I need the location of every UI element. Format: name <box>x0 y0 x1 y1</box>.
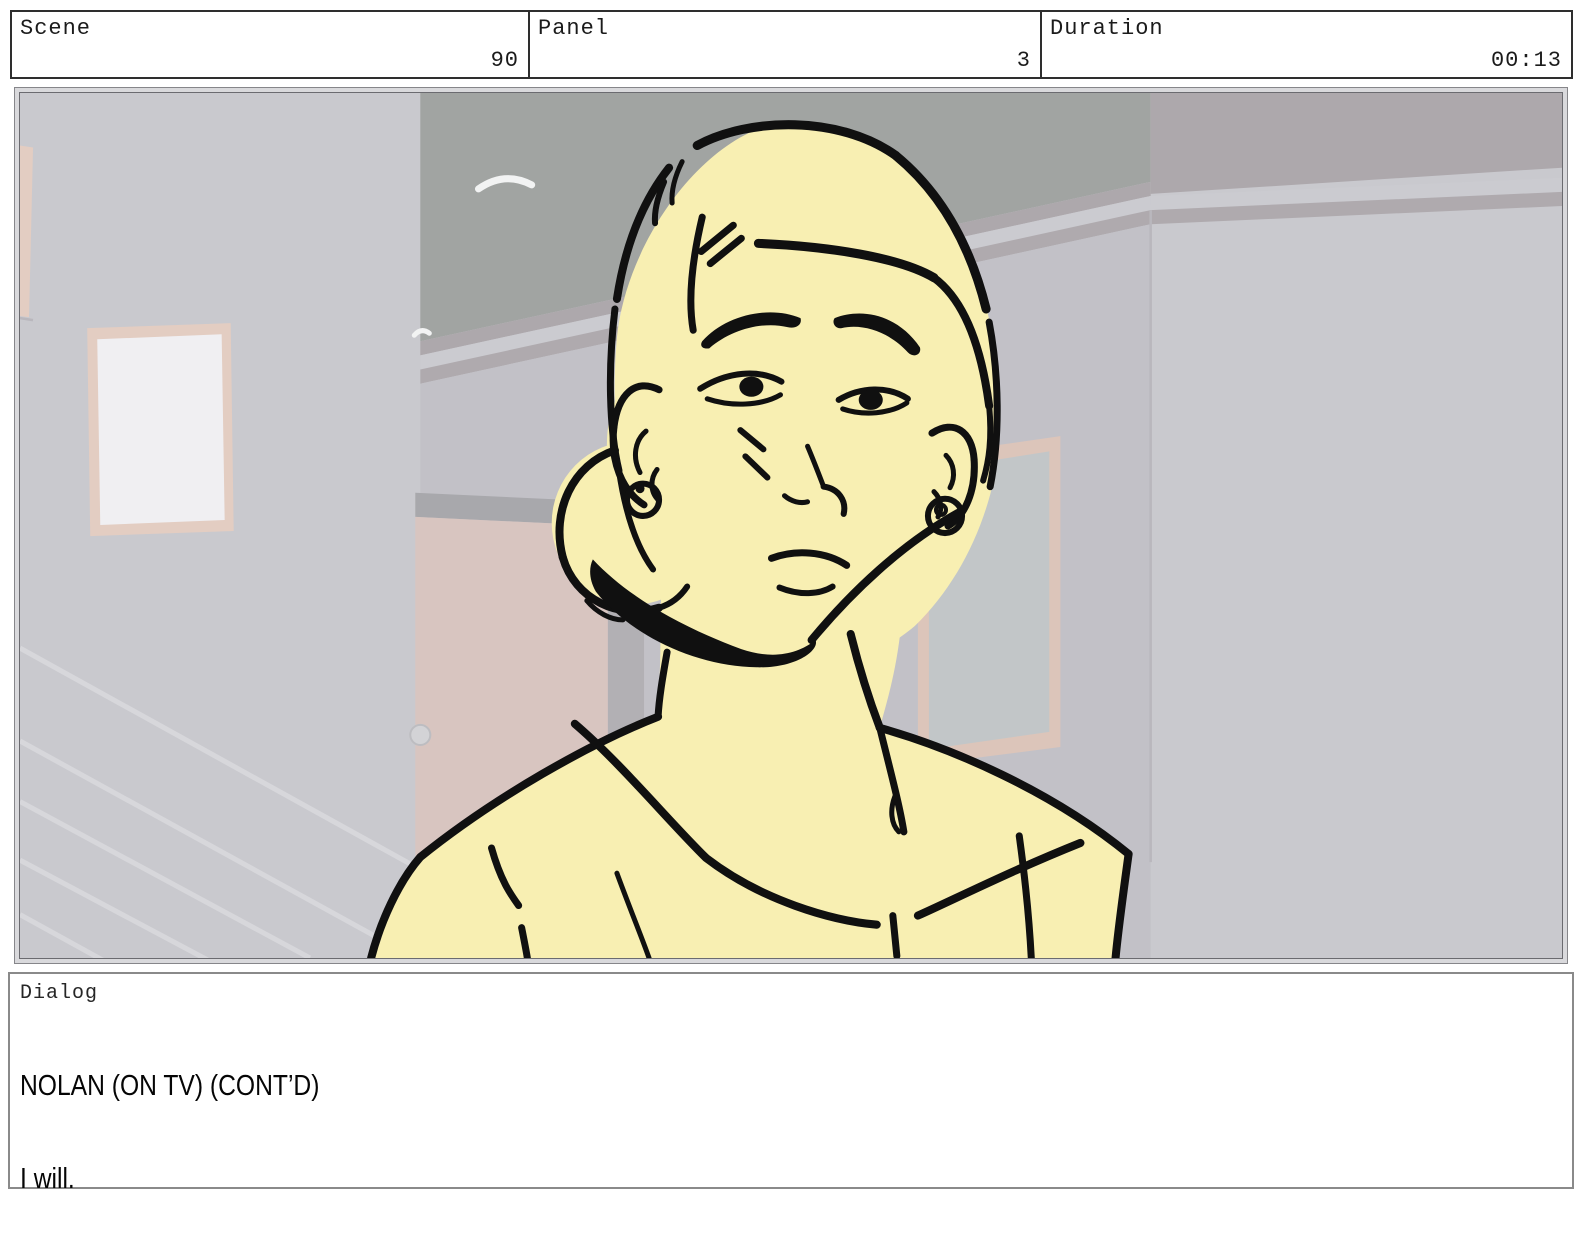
door-knob <box>409 723 432 747</box>
duration-cell: Duration 00:13 <box>1040 12 1571 77</box>
left-wall-picture-frame <box>87 323 234 537</box>
duration-value: 00:13 <box>1490 48 1562 73</box>
scene-label: Scene <box>20 16 92 41</box>
panel-info-bar: Scene 90 Panel 3 Duration 00:13 <box>10 10 1573 79</box>
dialog-speech-line: I will. <box>20 1163 75 1195</box>
left-eye <box>739 376 764 397</box>
scene-number: 90 <box>490 48 519 73</box>
panel-label: Panel <box>538 16 610 41</box>
storyboard-image <box>19 92 1563 959</box>
dialog-label: Dialog <box>20 982 99 1005</box>
right-eye <box>858 389 883 410</box>
duration-label: Duration <box>1050 16 1164 41</box>
dialog-character-line: NOLAN (ON TV) (CONT’D) <box>20 1070 320 1102</box>
storyboard-scene-svg <box>20 93 1562 958</box>
dialog-text: NOLAN (ON TV) (CONT’D) I will. <box>20 1009 1339 1257</box>
panel-cell: Panel 3 <box>528 12 1040 77</box>
panel-number: 3 <box>1016 48 1031 73</box>
scene-cell: Scene 90 <box>12 12 528 77</box>
dialog-box: Dialog NOLAN (ON TV) (CONT’D) I will. <box>8 972 1574 1195</box>
storyboard-frame-panel <box>14 87 1568 964</box>
